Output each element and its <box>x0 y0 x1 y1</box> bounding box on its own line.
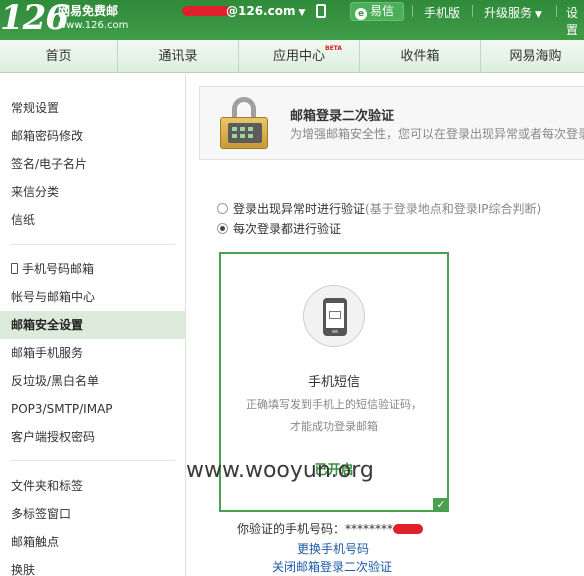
sidebar-item-security[interactable]: 邮箱安全设置 <box>0 311 185 339</box>
settings-sidebar: 常规设置 邮箱密码修改 签名/电子名片 来信分类 信纸 手机号码邮箱 帐号与邮箱… <box>0 74 186 576</box>
tab-app-center-label: 应用中心 <box>272 49 325 64</box>
sidebar-item-folders[interactable]: 文件夹和标签 <box>0 472 185 500</box>
mobile-qr-icon[interactable] <box>316 4 326 18</box>
redacted-phone-digits <box>393 524 424 534</box>
chevron-down-icon: ▼ <box>535 10 542 20</box>
sidebar-item-skin[interactable]: 换肤 <box>0 556 185 576</box>
yixin-label: 易信 <box>370 4 395 18</box>
sidebar-item-account-center[interactable]: 帐号与邮箱中心 <box>0 283 185 311</box>
panel-description: 为增强邮箱安全性，您可以在登录出现异常或者每次登录 <box>290 127 584 141</box>
panel-title: 邮箱登录二次验证 <box>290 109 395 124</box>
sidebar-item-phone-mailbox[interactable]: 手机号码邮箱 <box>0 255 185 283</box>
option-hint: (基于登录地点和登录IP综合判断) <box>365 202 542 216</box>
envelope-icon <box>329 311 341 319</box>
chevron-down-icon: ▼ <box>298 8 306 18</box>
beta-badge: BETA <box>325 45 342 52</box>
upgrade-label: 升级服务 <box>484 6 533 20</box>
tab-contacts[interactable]: 通讯录 <box>118 40 239 73</box>
main-nav: 首页 通讯录 应用中心 BETA 收件箱 网易海购 <box>0 40 584 73</box>
sidebar-item-password[interactable]: 邮箱密码修改 <box>0 122 185 150</box>
check-icon: ✓ <box>433 498 449 512</box>
mail-settings-page: 126 网易免费邮 www.126.com @126.com ▼ e 易信 手机版 … <box>0 0 584 576</box>
sidebar-item-signature[interactable]: 签名/电子名片 <box>0 150 185 178</box>
tab-inbox[interactable]: 收件箱 <box>360 40 481 73</box>
sms-phone-icon <box>303 285 365 347</box>
disable-two-step-link[interactable]: 关闭邮箱登录二次验证 <box>272 558 392 575</box>
sidebar-item-pop3[interactable]: POP3/SMTP/IMAP <box>0 395 185 423</box>
top-header: 126 网易免费邮 www.126.com @126.com ▼ e 易信 手机版 … <box>0 0 584 40</box>
tab-haigou[interactable]: 网易海购 <box>481 40 584 73</box>
change-phone-link[interactable]: 更换手机号码 <box>297 540 369 557</box>
watermark-text: www.wooyun.org <box>186 458 374 483</box>
yixin-button[interactable]: e 易信 <box>350 2 404 21</box>
tab-app-center[interactable]: 应用中心 BETA <box>239 40 360 73</box>
option-label: 每次登录都进行验证 <box>233 222 342 236</box>
brand-name: 网易免费邮 <box>58 4 119 18</box>
sidebar-item-mobile-service[interactable]: 邮箱手机服务 <box>0 339 185 367</box>
sidebar-item-multitab[interactable]: 多标签窗口 <box>0 500 185 528</box>
upgrade-menu[interactable]: 升级服务 ▼ <box>484 4 542 21</box>
lock-icon <box>220 97 272 151</box>
sidebar-item-client-auth[interactable]: 客户端授权密码 <box>0 423 185 451</box>
tab-home[interactable]: 首页 <box>0 40 118 73</box>
sidebar-item-stationery[interactable]: 信纸 <box>0 206 185 234</box>
radio-button[interactable] <box>217 203 228 214</box>
card-title: 手机短信 <box>307 375 360 390</box>
settings-link[interactable]: 设置 <box>566 4 584 38</box>
sidebar-item-mail-rules[interactable]: 来信分类 <box>0 178 185 206</box>
divider <box>472 5 473 17</box>
option-every-login[interactable]: 每次登录都进行验证 <box>217 220 341 237</box>
mobile-icon <box>11 263 18 274</box>
radio-button-checked[interactable] <box>217 223 228 234</box>
brand-url: www.126.com <box>58 20 129 31</box>
account-menu[interactable]: @126.com ▼ <box>226 4 305 18</box>
card-description: 正确填写发到手机上的短信验证码，才能成功登录邮箱 <box>246 398 422 433</box>
account-address: @126.com <box>226 4 296 18</box>
sidebar-item-label: 手机号码邮箱 <box>22 262 95 276</box>
sidebar-item-general[interactable]: 常规设置 <box>0 94 185 122</box>
redacted-username <box>182 6 230 16</box>
sidebar-item-touchpoint[interactable]: 邮箱触点 <box>0 528 185 556</box>
option-label: 登录出现异常时进行验证 <box>233 202 366 216</box>
security-settings-content: 邮箱登录二次验证 为增强邮箱安全性，您可以在登录出现异常或者每次登录 登录出现异… <box>187 74 584 576</box>
sidebar-divider <box>10 244 175 245</box>
masked-phone: ******** <box>345 522 394 536</box>
option-abnormal-login[interactable]: 登录出现异常时进行验证(基于登录地点和登录IP综合判断) <box>217 200 541 217</box>
divider <box>556 5 557 17</box>
mobile-version-link[interactable]: 手机版 <box>424 4 460 21</box>
divider <box>412 5 413 17</box>
yixin-icon: e <box>355 8 367 20</box>
verified-label: 你验证的手机号码： <box>237 522 346 536</box>
sidebar-item-antispam[interactable]: 反垃圾/黑白名单 <box>0 367 185 395</box>
sidebar-divider <box>10 460 175 461</box>
two-step-header-panel: 邮箱登录二次验证 为增强邮箱安全性，您可以在登录出现异常或者每次登录 <box>199 86 584 160</box>
verified-phone: 你验证的手机号码：******** <box>237 520 424 537</box>
